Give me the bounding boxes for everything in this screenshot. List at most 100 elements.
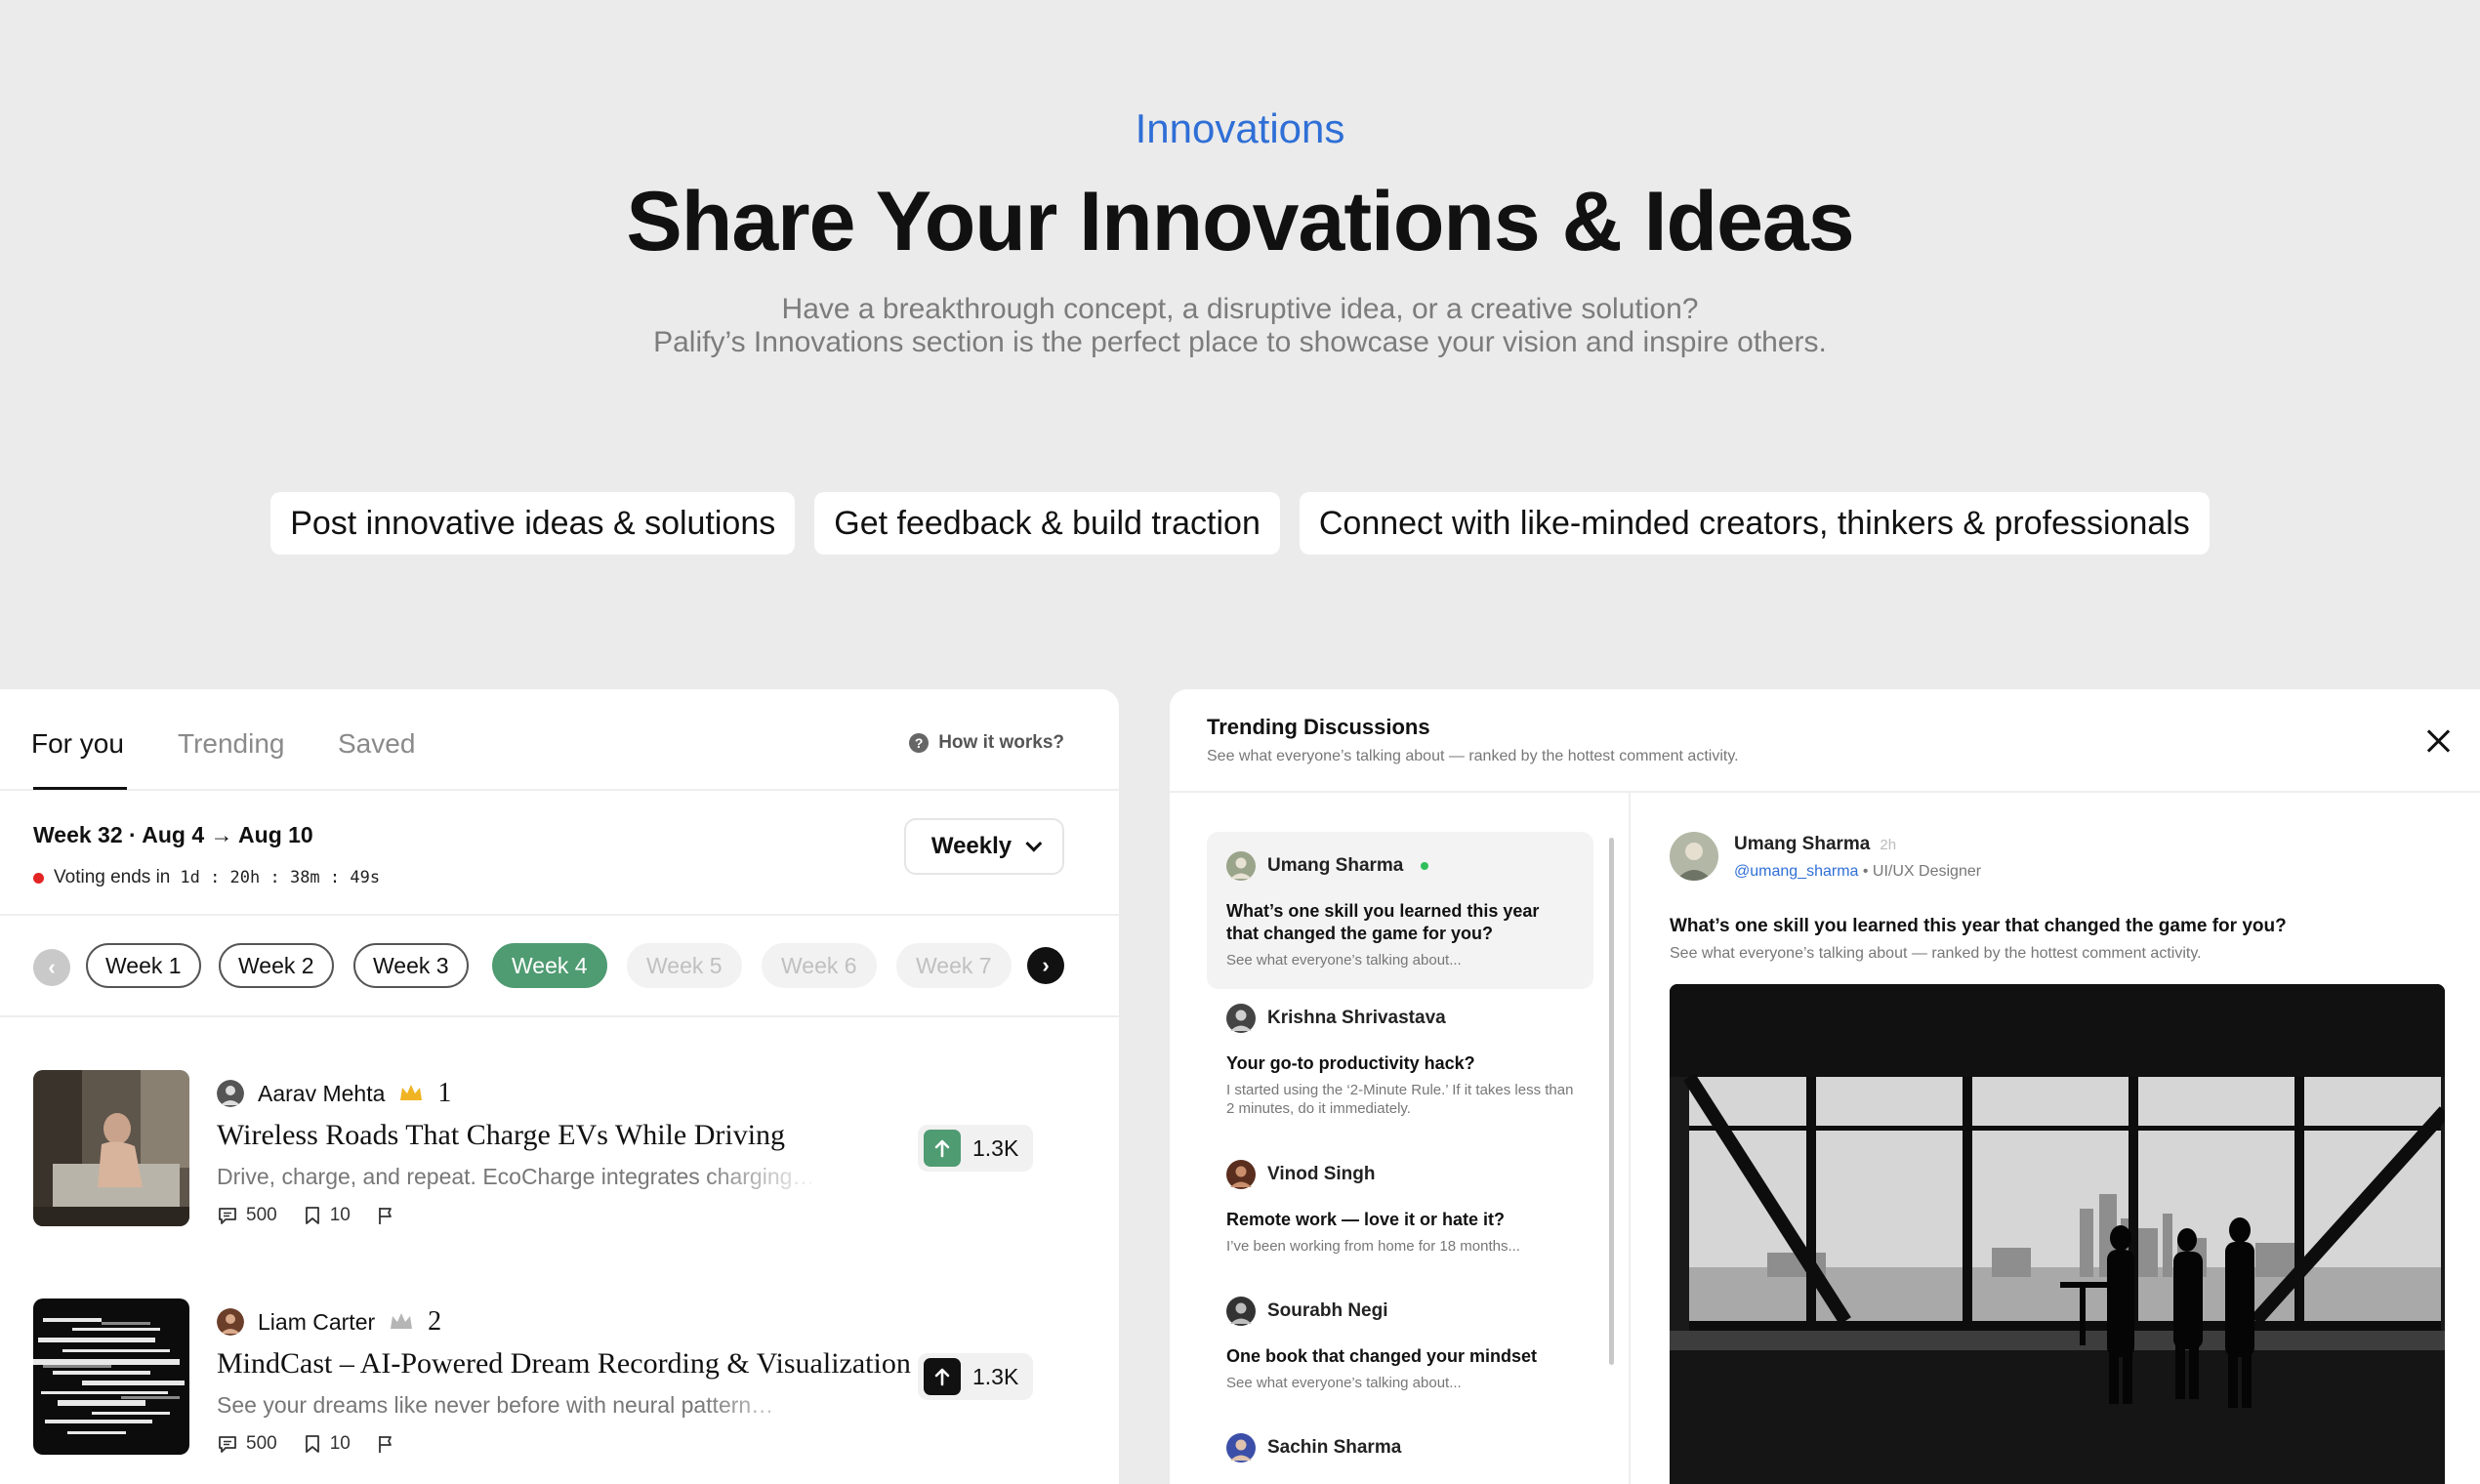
countdown-timer: 1d : 20h : 38m : 49s [180, 868, 381, 887]
silver-crown-icon [391, 1313, 413, 1329]
discussion-question: What’s one skill you learned this year t… [1226, 901, 1540, 943]
avatar [1670, 832, 1718, 881]
gold-crown-icon [400, 1085, 423, 1100]
period-select-value: Weekly [930, 833, 1013, 859]
week-selector: ‹ Week 1 Week 2 Week 3 Week 4 Week 5 Wee… [0, 916, 1119, 1017]
idea-card[interactable]: Liam Carter 2 MindCast – AI-Powered Drea… [33, 1298, 1068, 1464]
discussion-detail: Umang Sharma 2h @umang_sharma • UI/UX Des… [1631, 793, 2480, 1484]
voting-status: Voting ends in 1d : 20h : 38m : 49s [33, 867, 380, 888]
avatar [1226, 1297, 1256, 1326]
discussion-item[interactable]: Umang Sharma What’s one skill you learne… [1207, 832, 1593, 989]
idea-author: Liam Carter [258, 1308, 376, 1335]
comment-count: 500 [246, 1205, 277, 1225]
detail-handle[interactable]: @umang_sharma [1734, 863, 1858, 880]
discussion-author: Umang Sharma [1267, 855, 1404, 876]
vote-count: 1.3K [972, 1134, 1019, 1161]
trending-discussions-panel: Trending Discussions See what everyone’s… [1170, 689, 2480, 1484]
idea-card[interactable]: Aarav Mehta 1 Wireless Roads That Charge… [33, 1070, 1068, 1236]
feature-pill: Get feedback & build traction [814, 492, 1280, 555]
discussion-preview: See what everyone’s talking about... [1226, 952, 1462, 969]
detail-time: 2h [1880, 837, 1897, 853]
active-tab-indicator [33, 787, 127, 790]
prev-week-button[interactable]: ‹ [33, 949, 70, 986]
flag-icon [378, 1436, 392, 1453]
discussion-item[interactable]: Sourabh Negi One book that changed your … [1207, 1277, 1593, 1412]
detail-question: What’s one skill you learned this year t… [1670, 916, 2287, 936]
idea-rank: 2 [428, 1306, 442, 1337]
discussion-image [1670, 984, 2445, 1484]
panel-header: Trending Discussions See what everyone’s… [1170, 689, 2480, 793]
save-count: 10 [329, 1205, 351, 1225]
discussion-author-row: Krishna Shrivastava [1226, 1004, 1574, 1033]
discussion-preview: I started using the ‘2-Minute Rule.’ If … [1226, 1082, 1574, 1117]
detail-author-row: Umang Sharma 2h [1734, 834, 1896, 855]
comments-stat[interactable]: 500 [217, 1205, 277, 1226]
discussion-author: Krishna Shrivastava [1267, 1008, 1446, 1028]
ideas-feed-panel: For you Trending Saved ? How it works? W… [0, 689, 1119, 1484]
saves-stat[interactable]: 10 [303, 1433, 351, 1455]
bookmark-icon [305, 1207, 319, 1224]
tab-saved[interactable]: Saved [338, 728, 415, 760]
feed-tabs: For you Trending Saved ? How it works? [0, 689, 1119, 791]
question-icon: ? [909, 733, 930, 753]
detail-author[interactable]: Umang Sharma [1734, 834, 1870, 854]
discussion-author: Sourabh Negi [1267, 1300, 1388, 1321]
discussion-item[interactable]: Sachin Sharma [1207, 1414, 1593, 1482]
idea-thumbnail [33, 1298, 189, 1455]
period-select[interactable]: Weekly [904, 818, 1064, 875]
report-button[interactable] [376, 1205, 395, 1226]
saves-stat[interactable]: 10 [303, 1205, 351, 1226]
week-chip: Week 6 [762, 943, 877, 988]
close-icon[interactable] [2425, 728, 2451, 754]
arrow-up-icon [924, 1130, 961, 1167]
scrollbar[interactable] [1609, 838, 1614, 1365]
discussion-author: Vinod Singh [1267, 1164, 1376, 1184]
upvote-button[interactable]: 1.3K [918, 1353, 1033, 1400]
discussion-author-row: Sourabh Negi [1226, 1297, 1574, 1326]
idea-stats: 500 10 [217, 1205, 395, 1226]
idea-author-row: Liam Carter 2 [217, 1306, 441, 1338]
panel-subtitle: See what everyone’s talking about — rank… [1207, 748, 1739, 764]
comments-stat[interactable]: 500 [217, 1433, 277, 1455]
next-week-button[interactable]: › [1027, 947, 1064, 984]
idea-author-row: Aarav Mehta 1 [217, 1078, 451, 1109]
tab-for-you[interactable]: For you [31, 728, 124, 760]
discussion-preview: I’ve been working from home for 18 month… [1226, 1238, 1520, 1255]
how-it-works-link[interactable]: ? How it works? [909, 732, 1064, 754]
avatar [1226, 851, 1256, 881]
report-button[interactable] [376, 1433, 395, 1455]
detail-handle-row: @umang_sharma • UI/UX Designer [1734, 863, 1981, 881]
idea-title[interactable]: MindCast – AI-Powered Dream Recording & … [217, 1347, 911, 1381]
discussion-question: One book that changed your mindset [1226, 1346, 1538, 1366]
voting-label: Voting ends in [54, 867, 171, 887]
week-chip-current[interactable]: Week 4 [492, 943, 607, 988]
discussion-question: Your go-to productivity hack? [1226, 1053, 1475, 1073]
comment-icon [219, 1436, 236, 1453]
vote-count: 1.3K [972, 1363, 1019, 1389]
discussion-item[interactable]: Krishna Shrivastava Your go-to productiv… [1207, 984, 1593, 1137]
hero-subtitle: Have a breakthrough concept, a disruptiv… [0, 293, 2480, 359]
idea-stats: 500 10 [217, 1433, 395, 1455]
comment-icon [219, 1208, 236, 1224]
idea-thumbnail [33, 1070, 189, 1226]
tab-trending[interactable]: Trending [178, 728, 284, 760]
upvote-button[interactable]: 1.3K [918, 1125, 1033, 1172]
section-eyebrow: Innovations [1135, 105, 1345, 151]
avatar [1226, 1160, 1256, 1189]
discussion-question: Remote work — love it or hate it? [1226, 1210, 1506, 1229]
discussion-item[interactable]: Vinod Singh Remote work — love it or hat… [1207, 1140, 1593, 1275]
feature-pill: Post innovative ideas & solutions [270, 492, 796, 555]
week-chip: Week 7 [896, 943, 1012, 988]
discussion-list: Umang Sharma What’s one skill you learne… [1170, 793, 1631, 1484]
discussion-author-row: Sachin Sharma [1226, 1433, 1574, 1463]
week-chip[interactable]: Week 1 [86, 943, 201, 988]
idea-title[interactable]: Wireless Roads That Charge EVs While Dri… [217, 1119, 785, 1152]
hero-subtitle-line: Palify’s Innovations section is the perf… [653, 326, 1827, 358]
how-it-works-label: How it works? [938, 732, 1064, 753]
avatar [1226, 1004, 1256, 1033]
week-chip[interactable]: Week 2 [219, 943, 334, 988]
chevron-down-icon [1025, 835, 1043, 852]
bookmark-icon [305, 1435, 319, 1453]
discussion-author: Sachin Sharma [1267, 1437, 1402, 1458]
week-chip[interactable]: Week 3 [353, 943, 469, 988]
